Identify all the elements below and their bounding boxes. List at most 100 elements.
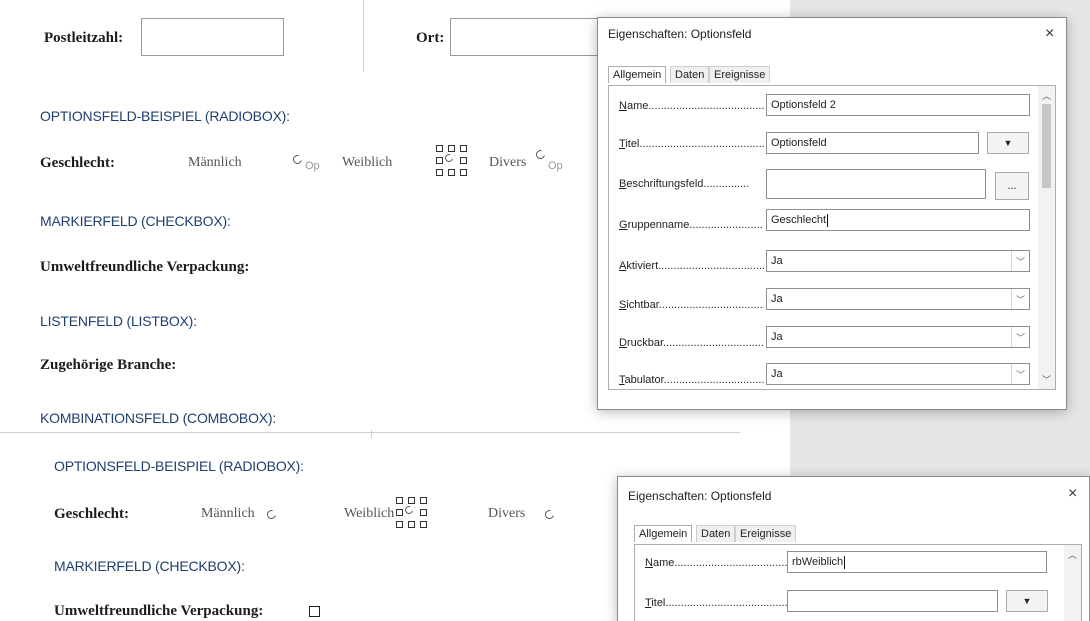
selection-handle[interactable]: [436, 145, 443, 152]
prop-label-title: Titel...................................…: [619, 138, 764, 150]
title-field[interactable]: [787, 590, 998, 612]
visible-select[interactable]: Ja ﹀: [766, 288, 1030, 310]
city-field[interactable]: [450, 18, 600, 56]
selection-handle[interactable]: [420, 521, 427, 528]
page-border: [0, 432, 740, 433]
properties-dialog: Eigenschaften: Optionsfeld × Allgemein D…: [597, 17, 1067, 410]
selection-handle[interactable]: [408, 497, 415, 504]
radiobox-heading: OPTIONSFELD-BEISPIEL (RADIOBOX):: [54, 458, 304, 474]
prop-label-name: Name....................................…: [645, 557, 790, 569]
eco-packaging-label: Umweltfreundliche Verpackung:: [54, 603, 264, 619]
tabstop-select[interactable]: Ja ﹀: [766, 363, 1030, 385]
prop-label-group-name: Gruppenname........................: [619, 219, 763, 231]
tab-allgemein[interactable]: Allgemein: [634, 525, 693, 542]
prop-label-enabled: Aktiviert...............................…: [619, 260, 764, 272]
tabstop-value: Ja: [771, 368, 783, 380]
selection-handle[interactable]: [436, 157, 443, 164]
chevron-up-icon[interactable]: ︿: [1064, 548, 1081, 561]
tab-ereignisse[interactable]: Ereignisse: [735, 525, 797, 542]
option-diverse-label: Divers: [489, 155, 527, 170]
chevron-down-icon[interactable]: ﹀: [1011, 327, 1029, 347]
option-male-label: Männlich: [188, 155, 242, 170]
properties-dialog-2: Eigenschaften: Optionsfeld × Allgemein D…: [617, 476, 1090, 621]
radio-diverse[interactable]: [543, 508, 556, 521]
selection-handle[interactable]: [460, 157, 467, 164]
prop-label-label-field: Beschriftungsfeld...............: [619, 178, 750, 190]
title-dropdown-button[interactable]: ▼: [1006, 590, 1048, 612]
title-field[interactable]: Optionsfeld: [766, 132, 979, 154]
tab-allgemein[interactable]: Allgemein: [608, 66, 667, 83]
option-male-label: Männlich: [201, 506, 255, 521]
chevron-down-icon[interactable]: ﹀: [1011, 251, 1029, 271]
printable-value: Ja: [771, 331, 783, 343]
postal-code-field[interactable]: [141, 18, 284, 56]
tab-content: Name....................................…: [608, 85, 1056, 390]
radio-male[interactable]: [265, 508, 278, 521]
radio-male[interactable]: [291, 153, 304, 166]
vertical-scrollbar[interactable]: ︿ ﹀: [1038, 86, 1055, 389]
triangle-down-icon: ▼: [1022, 596, 1032, 606]
title-dropdown-button[interactable]: ▼: [987, 132, 1029, 154]
chevron-up-icon[interactable]: ︿: [1038, 89, 1055, 102]
vertical-scrollbar[interactable]: ︿: [1064, 545, 1081, 621]
gender-label: Geschlecht:: [54, 506, 129, 522]
browse-button[interactable]: ...: [995, 172, 1029, 200]
truncated-option-text: Op: [305, 160, 320, 172]
group-name-value: Geschlecht: [771, 214, 827, 226]
radiobox-heading: OPTIONSFELD-BEISPIEL (RADIOBOX):: [40, 108, 290, 124]
option-female-label: Weiblich: [344, 506, 395, 521]
table-divider: [371, 430, 372, 438]
checkbox-heading: MARKIERFELD (CHECKBOX):: [54, 558, 245, 574]
selection-handle[interactable]: [460, 169, 467, 176]
prop-label-printable: Druckbar................................…: [619, 337, 764, 349]
listbox-heading: LISTENFELD (LISTBOX):: [40, 313, 197, 329]
selection-handle[interactable]: [420, 509, 427, 516]
chevron-down-icon[interactable]: ﹀: [1011, 364, 1029, 384]
selection-handle[interactable]: [396, 521, 403, 528]
selection-handle[interactable]: [448, 145, 455, 152]
selection-handle[interactable]: [396, 509, 403, 516]
city-label: Ort:: [416, 30, 445, 46]
group-name-field[interactable]: Geschlecht: [766, 209, 1030, 231]
prop-label-tabstop: Tabulator...............................…: [619, 374, 764, 386]
tab-daten[interactable]: Daten: [670, 66, 710, 83]
enabled-select[interactable]: Ja ﹀: [766, 250, 1030, 272]
checkbox-heading: MARKIERFELD (CHECKBOX):: [40, 213, 231, 229]
radio-female[interactable]: [443, 152, 455, 164]
name-field[interactable]: Optionsfeld 2: [766, 94, 1030, 116]
selection-handle[interactable]: [436, 169, 443, 176]
prop-label-name: Name....................................…: [619, 100, 764, 112]
text-caret: [827, 213, 829, 227]
selection-handle[interactable]: [460, 145, 467, 152]
radio-female[interactable]: [403, 504, 415, 516]
selection-handle[interactable]: [448, 169, 455, 176]
label-field-input[interactable]: [766, 169, 986, 199]
option-diverse-label: Divers: [488, 506, 526, 521]
prop-label-visible: Sichtbar................................…: [619, 299, 764, 311]
enabled-value: Ja: [771, 255, 783, 267]
combobox-heading: KOMBINATIONSFELD (COMBOBOX):: [40, 410, 277, 426]
close-icon[interactable]: ×: [1068, 486, 1077, 502]
selection-handle[interactable]: [396, 497, 403, 504]
dialog-title: Eigenschaften: Optionsfeld: [608, 27, 752, 41]
eco-packaging-checkbox[interactable]: [309, 606, 320, 617]
tab-daten[interactable]: Daten: [696, 525, 736, 542]
name-value: rbWeiblich: [792, 556, 844, 568]
eco-packaging-label: Umweltfreundliche Verpackung:: [40, 259, 250, 275]
radio-diverse[interactable]: [534, 148, 547, 161]
truncated-option-text: Op: [548, 160, 563, 172]
triangle-down-icon: ▼: [1003, 138, 1013, 148]
dialog-title: Eigenschaften: Optionsfeld: [628, 489, 772, 503]
selection-handle[interactable]: [420, 497, 427, 504]
industry-label: Zugehörige Branche:: [40, 357, 177, 373]
close-icon[interactable]: ×: [1045, 26, 1054, 42]
selection-handle[interactable]: [408, 521, 415, 528]
tab-ereignisse[interactable]: Ereignisse: [709, 66, 771, 83]
chevron-down-icon[interactable]: ﹀: [1038, 373, 1055, 386]
postal-code-label: Postleitzahl:: [44, 30, 124, 46]
visible-value: Ja: [771, 293, 783, 305]
chevron-down-icon[interactable]: ﹀: [1011, 289, 1029, 309]
scrollbar-thumb[interactable]: [1042, 104, 1051, 188]
name-field[interactable]: rbWeiblich: [787, 551, 1047, 573]
printable-select[interactable]: Ja ﹀: [766, 326, 1030, 348]
